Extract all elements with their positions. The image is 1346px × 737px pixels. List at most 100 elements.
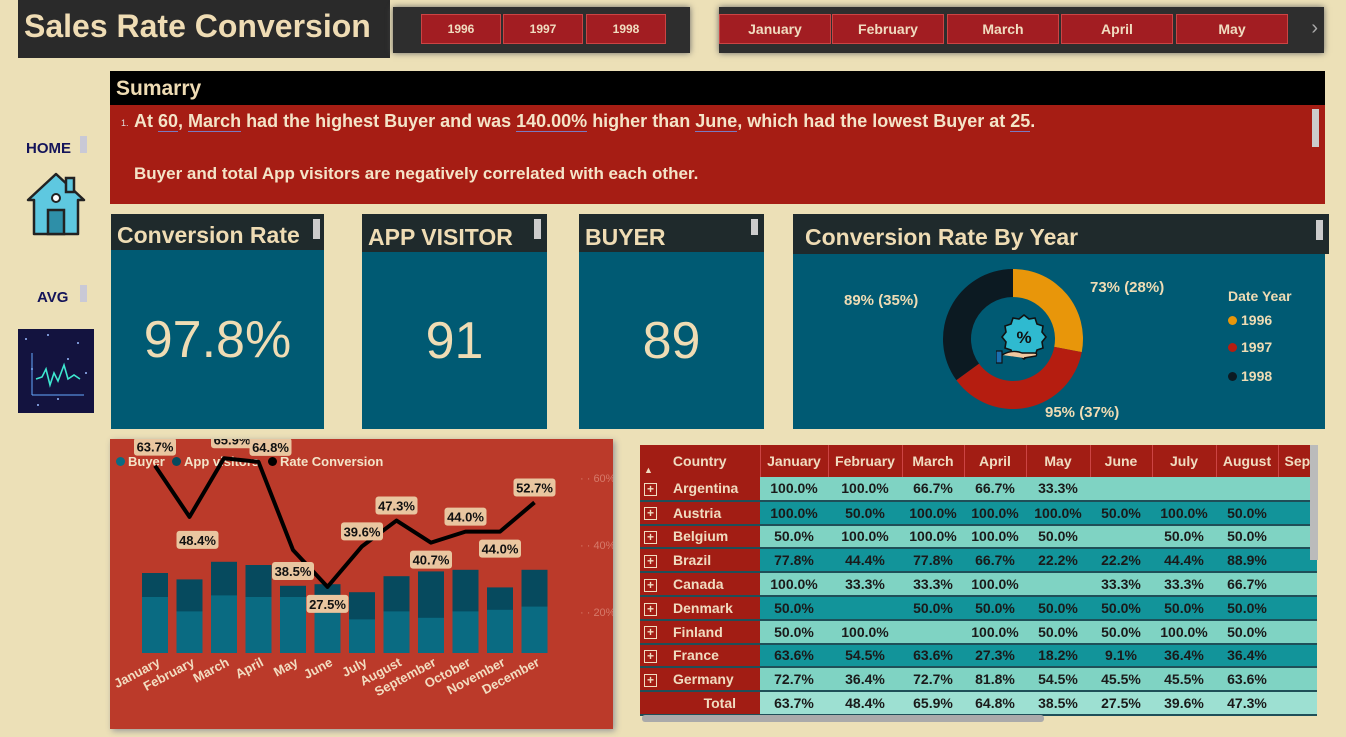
table-row[interactable]: + Germany 72.7% 36.4% 72.7% 81.8% 54.5% 45.5% 45…	[640, 667, 1317, 693]
table-row[interactable]: + Belgium 50.0% 100.0% 100.0% 100.0% 50.0% 50.0…	[640, 524, 1317, 550]
bar-buyer-6[interactable]	[349, 619, 375, 653]
expand-icon[interactable]: +	[644, 626, 657, 640]
total-cell: 48.4%	[828, 691, 902, 716]
table-cell: 100.0%	[1152, 500, 1216, 526]
kpi-conversion-header: Conversion Rate	[111, 214, 324, 250]
donut-header: Conversion Rate By Year	[793, 214, 1329, 254]
y2-tick-label: · · 20%	[580, 607, 613, 619]
table-cell: 100.0%	[902, 500, 964, 526]
month-button-march[interactable]: March	[947, 14, 1059, 44]
chevron-right-icon[interactable]: ›	[1311, 17, 1318, 40]
expand-icon[interactable]: +	[644, 578, 657, 592]
expand-icon[interactable]: +	[644, 555, 657, 569]
donut-title: Conversion Rate By Year	[805, 224, 1079, 250]
home-icon[interactable]	[26, 170, 86, 241]
donut-scrollbar[interactable]	[1316, 220, 1323, 240]
avg-chart-icon[interactable]	[18, 329, 94, 413]
expand-icon[interactable]: +	[644, 650, 657, 664]
table-cell: 50.0%	[1090, 595, 1152, 621]
donut-legend-1998[interactable]: 1998	[1228, 368, 1272, 384]
column-header-june[interactable]: June	[1090, 445, 1153, 477]
svg-text:52.7%: 52.7%	[516, 480, 553, 495]
country-cell[interactable]: + Belgium	[640, 524, 760, 550]
expand-icon[interactable]: +	[644, 483, 657, 497]
column-header-country[interactable]: Country ▲	[640, 445, 761, 477]
expand-icon[interactable]: +	[644, 602, 657, 616]
month-button-january[interactable]: January	[719, 14, 831, 44]
country-cell[interactable]: + Brazil	[640, 548, 760, 574]
table-row[interactable]: + Canada 100.0% 33.3% 33.3% 100.0% 33.3% 33.3% 6…	[640, 572, 1317, 597]
table-row[interactable]: + Argentina 100.0% 100.0% 66.7% 66.7% 33.3%	[640, 477, 1317, 502]
kpi-conversion-scrollbar[interactable]	[313, 219, 320, 239]
donut-legend-1996[interactable]: 1996	[1228, 312, 1272, 328]
month-button-february[interactable]: February	[832, 14, 944, 44]
bar-buyer-1[interactable]	[176, 611, 203, 653]
bar-buyer-5[interactable]	[314, 613, 341, 653]
column-header-january[interactable]: January	[760, 445, 829, 477]
total-label: Total	[640, 691, 760, 716]
year-button-1996[interactable]: 1996	[421, 14, 501, 44]
table-cell: 33.3%	[902, 572, 964, 597]
table-horizontal-scrollbar[interactable]	[642, 715, 1044, 722]
table-row[interactable]: + Finland 50.0% 100.0% 100.0% 50.0% 50.0% 100.0…	[640, 619, 1317, 645]
rate-data-label: 63.7%	[134, 439, 176, 456]
table-vertical-scrollbar[interactable]	[1310, 445, 1318, 560]
table-cell: 50.0%	[1026, 595, 1090, 621]
legend-dot-icon	[1228, 372, 1237, 381]
kpi-conversion-card: 97.8%	[111, 250, 324, 429]
bar-buyer-8[interactable]	[418, 617, 444, 653]
country-cell[interactable]: + Denmark	[640, 595, 760, 621]
x-tick-label: May	[271, 654, 301, 679]
country-cell[interactable]: + Argentina	[640, 477, 760, 502]
table-cell: 100.0%	[902, 524, 964, 550]
year-button-1998[interactable]: 1998	[586, 14, 666, 44]
bar-buyer-2[interactable]	[211, 595, 237, 653]
bar-buyer-11[interactable]	[521, 606, 548, 653]
kpi-buyer-label: BUYER	[585, 224, 666, 250]
year-slicer[interactable]: 1996 1997 1998	[393, 7, 690, 53]
column-header-february[interactable]: February	[828, 445, 903, 477]
bar-buyer-3[interactable]	[245, 597, 272, 653]
country-matrix-table[interactable]: Country ▲ January February March April Ma…	[640, 445, 1320, 725]
summary-highlight: June	[695, 111, 738, 132]
column-header-label: Country	[672, 453, 727, 469]
kpi-buyer-value: 89	[642, 311, 701, 370]
expand-icon[interactable]: +	[644, 674, 657, 688]
country-cell[interactable]: + Germany	[640, 667, 760, 693]
bar-buyer-9[interactable]	[452, 611, 479, 653]
sort-asc-icon[interactable]: ▲	[644, 465, 653, 475]
donut-legend-1997[interactable]: 1997	[1228, 339, 1272, 355]
bar-buyer-4[interactable]	[280, 597, 306, 653]
column-header-august[interactable]: August	[1216, 445, 1279, 477]
country-name: Finland	[673, 623, 723, 640]
month-button-april[interactable]: April	[1061, 14, 1173, 44]
column-header-march[interactable]: March	[902, 445, 965, 477]
country-cell[interactable]: + France	[640, 643, 760, 669]
bar-buyer-10[interactable]	[487, 609, 513, 653]
rate-data-label: 64.8%	[249, 439, 292, 456]
country-cell[interactable]: + Austria	[640, 500, 760, 526]
country-cell[interactable]: + Canada	[640, 572, 760, 597]
kpi-buyer-scrollbar[interactable]	[751, 219, 758, 235]
table-cell: 50.0%	[1216, 524, 1278, 550]
bar-buyer-0[interactable]	[142, 597, 168, 653]
summary-scrollbar[interactable]	[1312, 109, 1319, 147]
table-row[interactable]: + Austria 100.0% 50.0% 100.0% 100.0% 100.0% 50.…	[640, 500, 1317, 526]
month-button-may[interactable]: May	[1176, 14, 1288, 44]
country-cell[interactable]: + Finland	[640, 619, 760, 645]
table-cell: 44.4%	[1152, 548, 1216, 574]
month-slicer[interactable]: January February March April May ›	[719, 7, 1324, 53]
table-row[interactable]: + France 63.6% 54.5% 63.6% 27.3% 18.2% 9.1% 36.4…	[640, 643, 1317, 669]
column-header-july[interactable]: July	[1152, 445, 1217, 477]
bar-buyer-7[interactable]	[383, 611, 410, 653]
expand-icon[interactable]: +	[644, 507, 657, 521]
kpi-visitor-scrollbar[interactable]	[534, 219, 541, 239]
table-row[interactable]: + Denmark 50.0% 50.0% 50.0% 50.0% 50.0% 50.0% 50…	[640, 595, 1317, 621]
legend-dot-icon	[1228, 343, 1237, 352]
table-row[interactable]: + Brazil 77.8% 44.4% 77.8% 66.7% 22.2% 22.2% 44.…	[640, 548, 1317, 574]
column-header-april[interactable]: April	[964, 445, 1027, 477]
column-header-may[interactable]: May	[1026, 445, 1091, 477]
expand-icon[interactable]: +	[644, 531, 657, 545]
total-cell: 64.8%	[964, 691, 1026, 716]
year-button-1997[interactable]: 1997	[503, 14, 583, 44]
